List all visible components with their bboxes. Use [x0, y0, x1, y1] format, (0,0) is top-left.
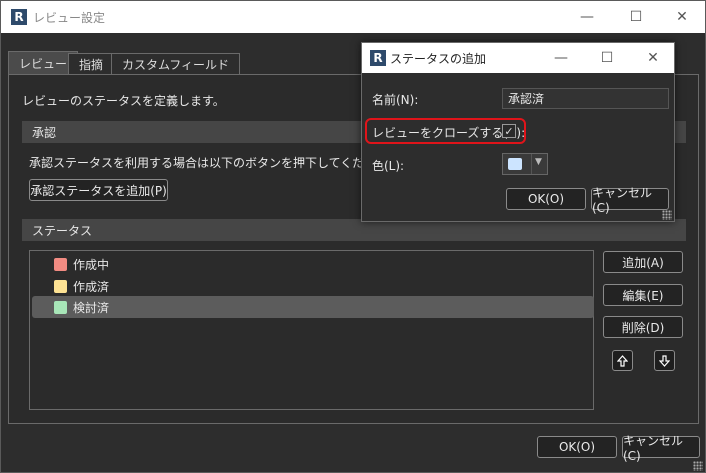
- status-label: 作成済: [73, 279, 110, 294]
- cancel-button[interactable]: キャンセル(C): [622, 434, 700, 463]
- dialog-cancel-button[interactable]: キャンセル(C): [591, 186, 669, 215]
- review-description: レビューのステータスを定義します。: [22, 94, 225, 108]
- move-up-button[interactable]: [612, 350, 633, 371]
- checkmark-icon: ✓: [504, 124, 514, 138]
- down-arrow-icon: [659, 354, 670, 367]
- color-picker[interactable]: ▼: [502, 153, 548, 175]
- status-color-swatch: [54, 279, 67, 293]
- status-color-swatch: [54, 257, 67, 271]
- status-section-title: ステータス: [32, 223, 93, 238]
- dialog-title-bar[interactable]: R ステータスの追加 — ☐ ✕: [362, 43, 674, 73]
- close-icon[interactable]: ✕: [659, 1, 705, 33]
- list-item[interactable]: 作成中: [32, 253, 594, 275]
- edit-status-button[interactable]: 編集(E): [603, 284, 683, 306]
- name-input[interactable]: 承認済: [502, 88, 669, 109]
- status-label: 作成中: [73, 257, 110, 272]
- add-approval-status-button[interactable]: 承認ステータスを追加(P): [29, 179, 168, 201]
- move-down-button[interactable]: [654, 350, 675, 371]
- dialog-resize-grip-icon[interactable]: [662, 210, 672, 220]
- add-status-button[interactable]: 追加(A): [603, 251, 683, 273]
- minimize-icon[interactable]: —: [564, 1, 610, 33]
- dialog-ok-button[interactable]: OK(O): [506, 188, 586, 210]
- tab-issues[interactable]: 指摘: [68, 53, 115, 74]
- up-arrow-icon: [617, 354, 628, 367]
- approval-description: 承認ステータスを利用する場合は以下のボタンを押下してください。: [29, 156, 401, 170]
- name-label: 名前(N):: [372, 93, 419, 107]
- app-logo-icon: R: [370, 50, 386, 66]
- color-label: 色(L):: [372, 159, 405, 173]
- status-section-header: ステータス: [22, 219, 686, 241]
- dialog-close-icon[interactable]: ✕: [630, 43, 676, 73]
- add-status-dialog: R ステータスの追加 — ☐ ✕ 名前(N): 承認済 レビューをクローズする(…: [361, 42, 675, 222]
- ok-button[interactable]: OK(O): [537, 436, 617, 458]
- dialog-maximize-icon[interactable]: ☐: [584, 43, 630, 73]
- dialog-title: ステータスの追加: [390, 52, 487, 66]
- tab-custom-fields[interactable]: カスタムフィールド: [111, 53, 241, 74]
- status-color-swatch: [54, 300, 67, 314]
- approval-section-title: 承認: [32, 125, 57, 140]
- close-review-checkbox[interactable]: ✓: [502, 124, 516, 138]
- app-logo-icon: R: [11, 9, 27, 25]
- title-bar[interactable]: R レビュー設定 — ☐ ✕: [1, 1, 705, 33]
- status-list[interactable]: 作成中 作成済 検討済: [29, 250, 594, 410]
- dialog-minimize-icon[interactable]: —: [538, 43, 584, 73]
- color-divider: [531, 154, 532, 174]
- list-item[interactable]: 作成済: [32, 275, 594, 297]
- window-title: レビュー設定: [33, 11, 106, 25]
- delete-status-button[interactable]: 削除(D): [603, 316, 683, 338]
- status-label: 検討済: [73, 300, 110, 315]
- maximize-icon[interactable]: ☐: [613, 1, 659, 33]
- list-item[interactable]: 検討済: [32, 296, 594, 318]
- chevron-down-icon[interactable]: ▼: [535, 157, 542, 167]
- resize-grip-icon[interactable]: [693, 461, 703, 471]
- color-swatch: [508, 158, 522, 170]
